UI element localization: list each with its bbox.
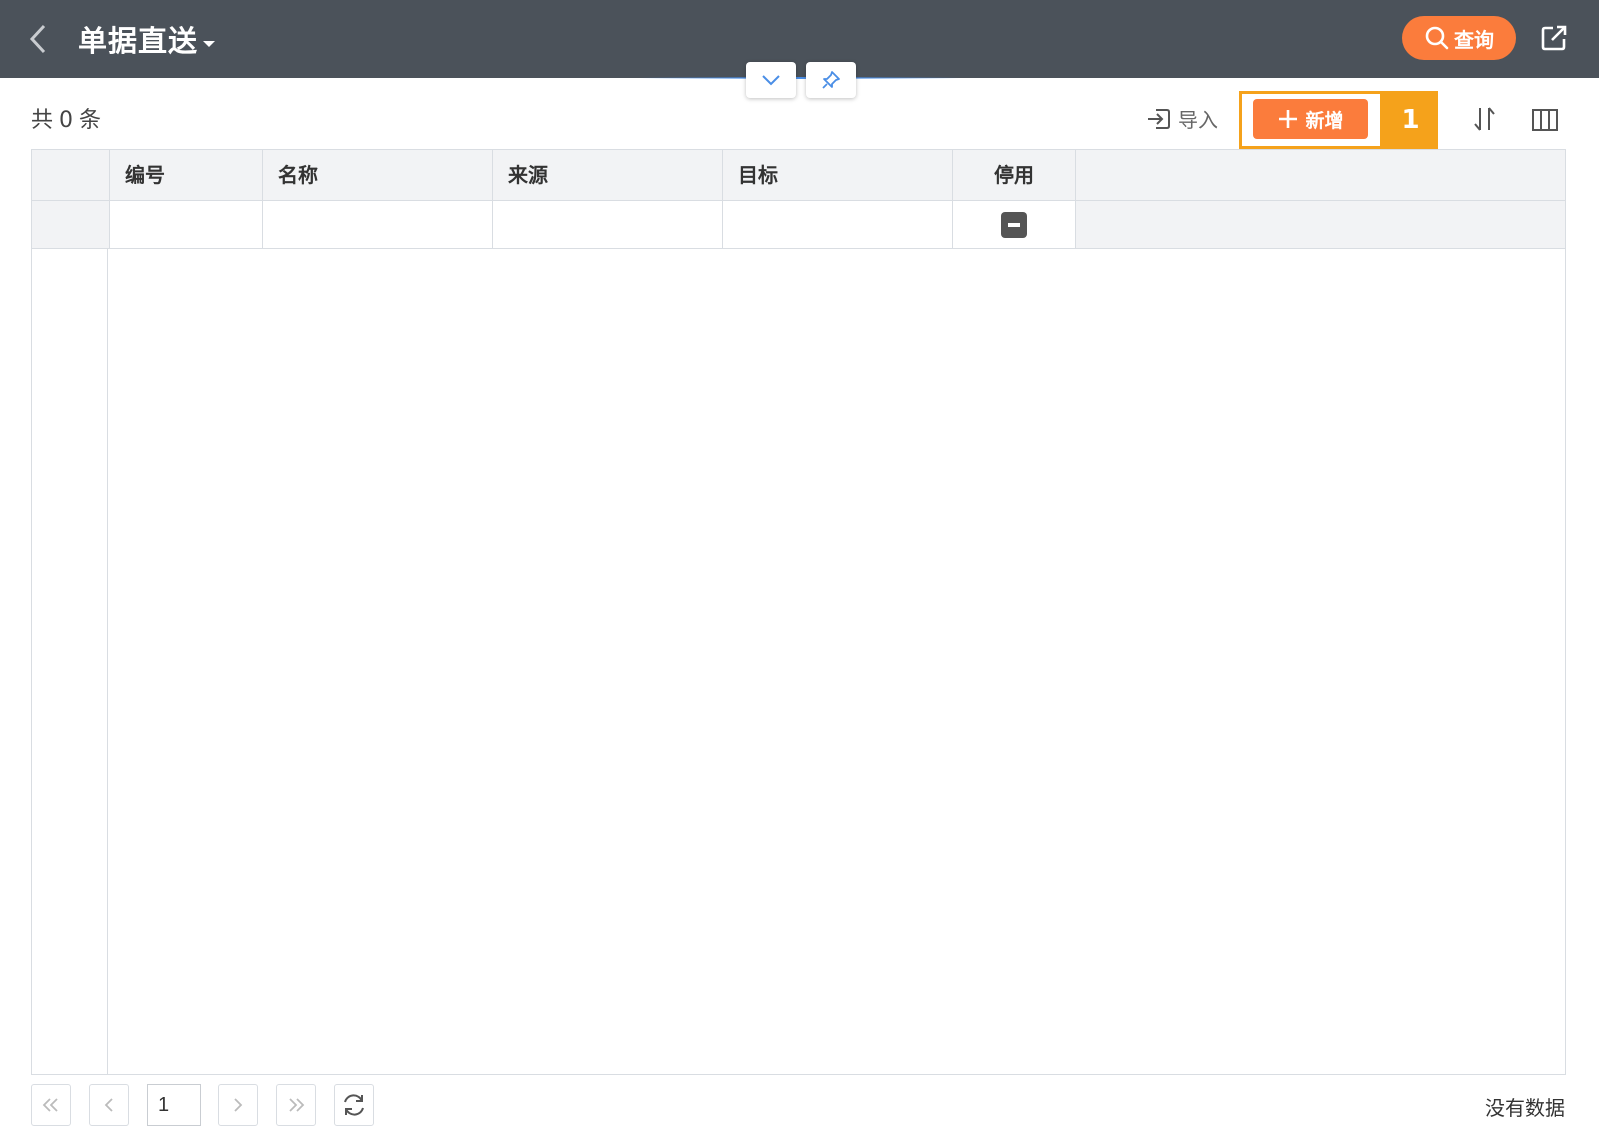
- query-button[interactable]: 查询: [1402, 16, 1516, 60]
- prev-page-button[interactable]: [89, 1084, 129, 1126]
- column-header-disabled[interactable]: 停用: [952, 150, 1075, 201]
- import-icon: [1148, 108, 1170, 129]
- share-icon[interactable]: [1539, 23, 1569, 53]
- page-title: 单据直送: [78, 24, 199, 58]
- chevron-right-icon: [234, 1098, 243, 1112]
- active-indicator-line: [640, 77, 960, 79]
- row-header-column: [32, 150, 108, 1074]
- column-header-code[interactable]: 编号: [109, 150, 262, 201]
- indeterminate-checkbox[interactable]: [1001, 211, 1027, 238]
- double-chevron-left-icon: [42, 1098, 58, 1112]
- back-icon[interactable]: [24, 22, 54, 56]
- filter-row: [32, 201, 1565, 249]
- step-badge: 1: [1383, 91, 1438, 149]
- record-count: 共0条: [31, 102, 101, 134]
- caret-down-icon[interactable]: [202, 34, 216, 47]
- add-label: 新增: [1305, 109, 1344, 132]
- filter-cell-filler: [1075, 201, 1565, 248]
- search-icon: [1425, 26, 1449, 50]
- filter-row-header: [32, 201, 109, 248]
- last-page-button[interactable]: [276, 1084, 316, 1126]
- chevron-left-icon: [104, 1098, 113, 1112]
- data-grid: 编号 名称 来源 目标 停用: [31, 149, 1566, 1075]
- column-header-name[interactable]: 名称: [262, 150, 492, 201]
- top-bar: 单据直送 查询: [0, 0, 1599, 78]
- table-header: 编号 名称 来源 目标 停用: [32, 150, 1565, 201]
- import-button[interactable]: 导入: [1146, 104, 1218, 133]
- double-chevron-right-icon: [289, 1098, 305, 1112]
- filter-cell-code[interactable]: [109, 201, 262, 248]
- pin-button[interactable]: [806, 62, 856, 98]
- column-header-target[interactable]: 目标: [722, 150, 952, 201]
- filter-cell-name[interactable]: [262, 201, 492, 248]
- columns-icon[interactable]: [1530, 106, 1560, 134]
- row-header-corner: [32, 150, 109, 201]
- count-suffix: 条: [79, 108, 102, 133]
- filter-cell-disabled: [952, 201, 1075, 248]
- refresh-button[interactable]: [334, 1084, 374, 1126]
- first-page-button[interactable]: [31, 1084, 71, 1126]
- count-value: 0: [59, 108, 74, 133]
- sort-icon[interactable]: [1470, 104, 1500, 134]
- column-header-source[interactable]: 来源: [492, 150, 722, 201]
- import-label: 导入: [1178, 108, 1218, 132]
- query-label: 查询: [1454, 27, 1494, 52]
- count-prefix: 共: [31, 108, 54, 133]
- column-header-filler: [1075, 150, 1565, 201]
- filter-cell-target[interactable]: [722, 201, 952, 248]
- page-number-input[interactable]: [147, 1084, 201, 1126]
- pager-status: 没有数据: [1485, 1096, 1565, 1120]
- next-page-button[interactable]: [218, 1084, 258, 1126]
- chevron-down-icon: [762, 75, 780, 86]
- refresh-icon: [344, 1094, 364, 1116]
- collapse-toggle-button[interactable]: [746, 62, 796, 98]
- pin-icon: [822, 71, 840, 89]
- add-button[interactable]: 新增: [1253, 99, 1368, 139]
- plus-icon: [1279, 110, 1298, 128]
- filter-cell-source[interactable]: [492, 201, 722, 248]
